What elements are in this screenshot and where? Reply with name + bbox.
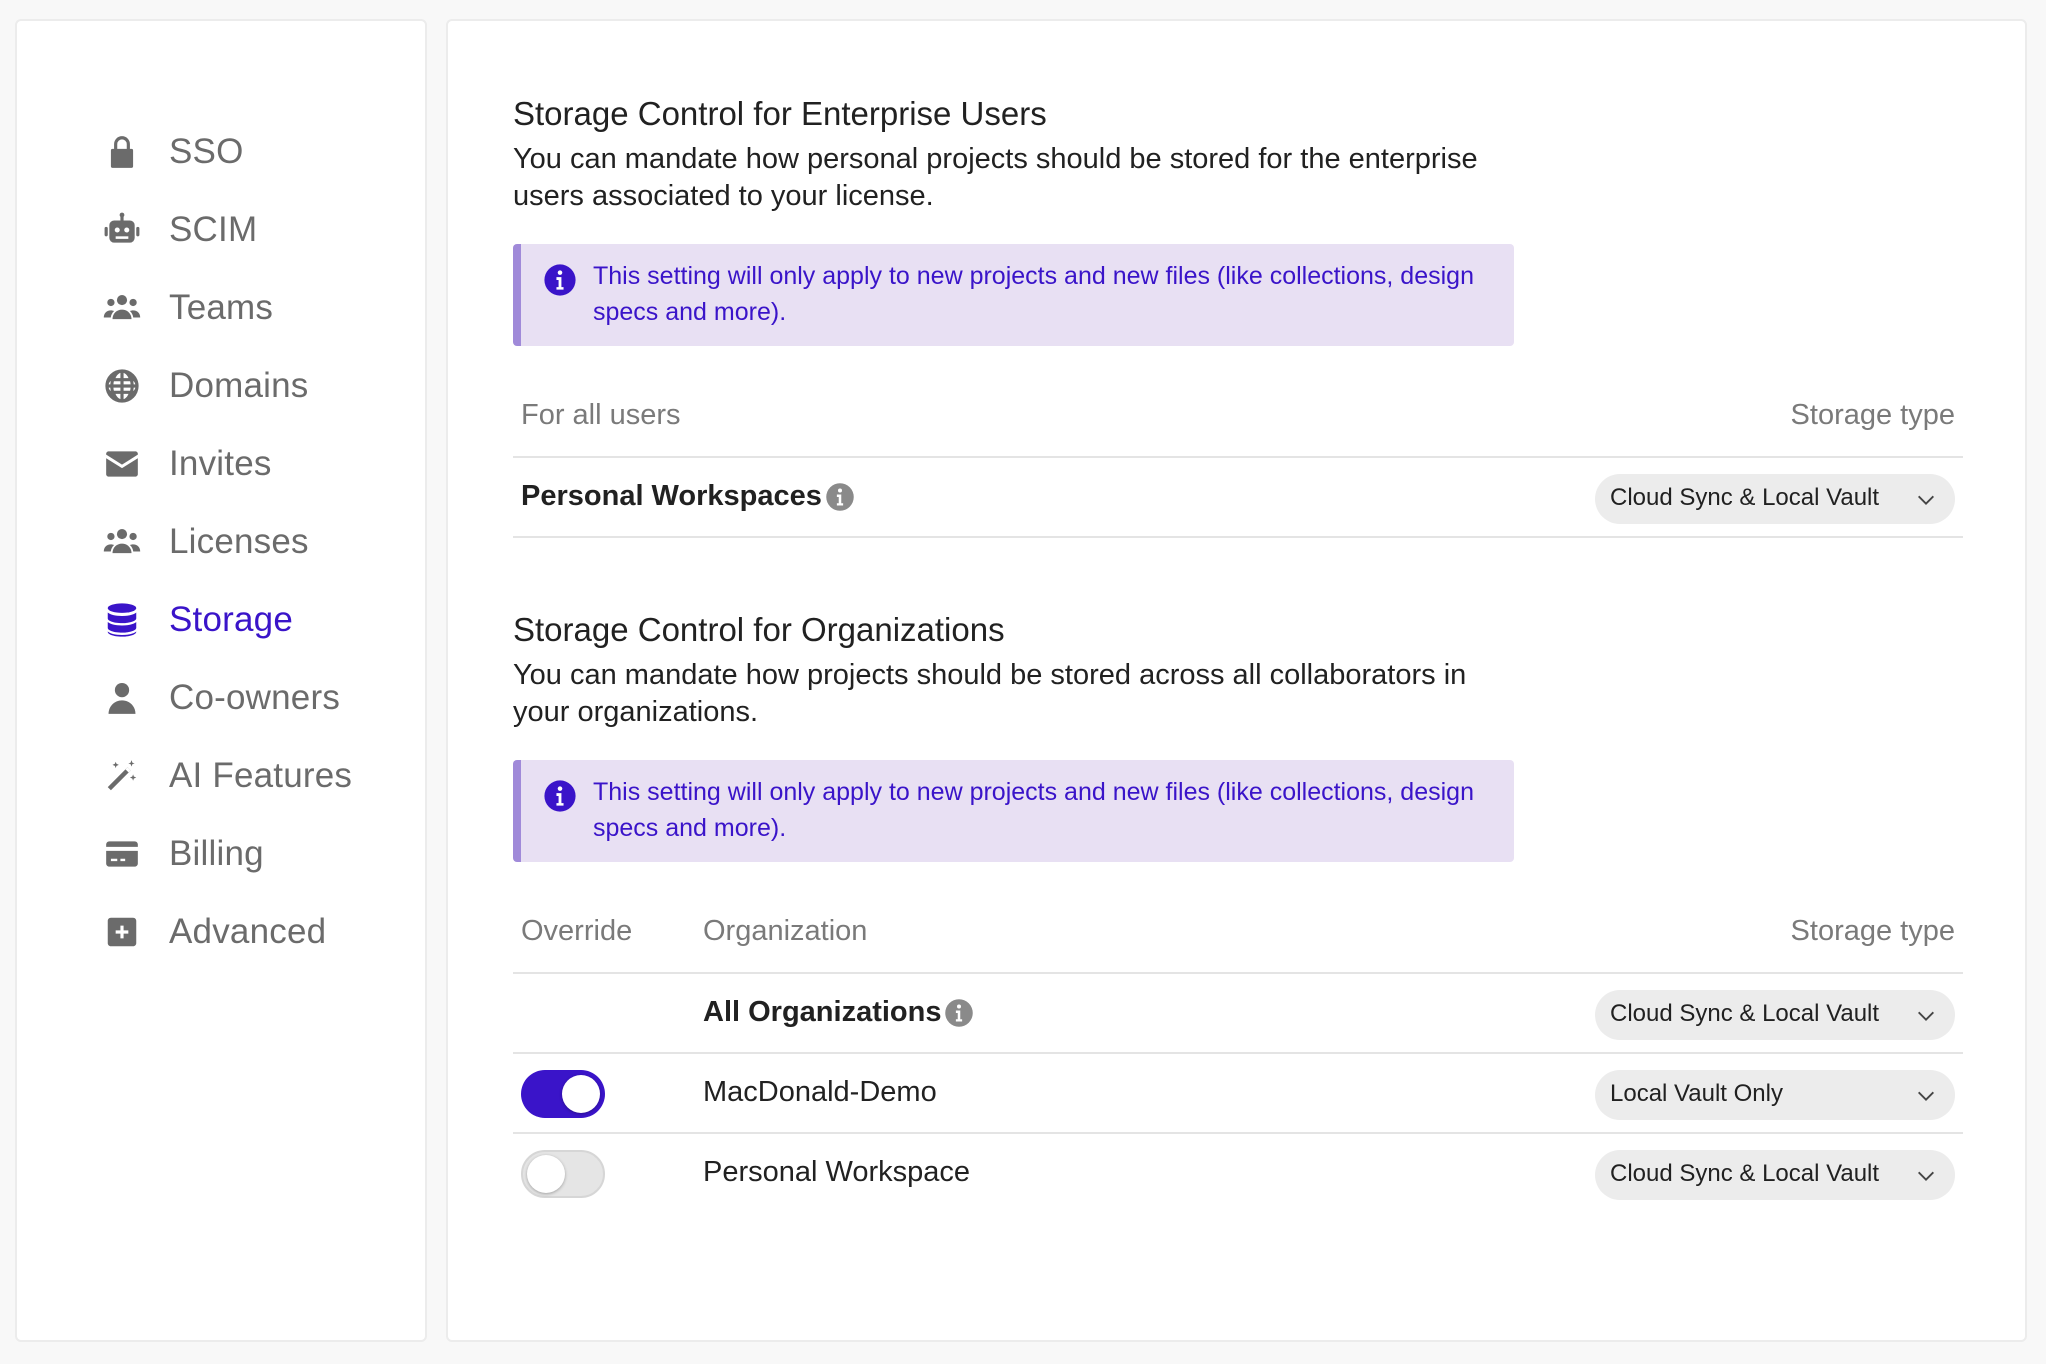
chevron-down-icon (1918, 1011, 1934, 1021)
chevron-down-icon (1918, 1171, 1934, 1181)
sidebar-item-label: Advanced (169, 912, 327, 951)
credit-card-icon (102, 834, 142, 874)
sidebar-item-invites[interactable]: Invites (102, 434, 412, 494)
sidebar-item-label: Co-owners (169, 678, 341, 717)
lock-icon (102, 132, 142, 172)
sidebar-item-label: Storage (169, 600, 293, 639)
sidebar-item-label: Licenses (169, 522, 309, 561)
organizations-section-description: You can mandate how projects should be s… (513, 659, 1467, 728)
macdonald-demo-storage-select[interactable]: Local Vault Only (1595, 1070, 1955, 1120)
header-override: Override (521, 915, 633, 947)
sidebar-item-billing[interactable]: Billing (102, 824, 412, 884)
banner-text: This setting will only apply to new proj… (593, 778, 1474, 842)
override-toggle[interactable] (521, 1150, 605, 1198)
storage-settings-panel: Storage Control for Enterprise Users You… (446, 19, 2027, 1342)
enterprise-section-description: You can mandate how personal projects sh… (513, 143, 1478, 212)
organization-name: Personal Workspace (703, 1156, 971, 1188)
chevron-down-icon (1918, 1091, 1934, 1101)
sidebar-item-storage[interactable]: Storage (102, 590, 412, 650)
sidebar-item-label: Teams (169, 288, 274, 327)
chevron-down-icon (1918, 495, 1934, 505)
enterprise-section-title: Storage Control for Enterprise Users (513, 95, 1047, 132)
user-icon (102, 678, 142, 718)
magic-wand-icon (102, 756, 142, 796)
info-icon (544, 780, 576, 812)
info-icon (544, 264, 576, 296)
banner-text: This setting will only apply to new proj… (593, 262, 1474, 326)
sidebar-item-licenses[interactable]: Licenses (102, 512, 412, 572)
database-icon (102, 600, 142, 640)
personal-workspaces-storage-select[interactable]: Cloud Sync & Local Vault (1595, 474, 1955, 524)
sidebar-item-co-owners[interactable]: Co-owners (102, 668, 412, 728)
personal-workspaces-label: Personal Workspaces (521, 480, 822, 512)
header-storage-type: Storage type (1790, 399, 1955, 431)
sidebar-item-sso[interactable]: SSO (102, 122, 412, 182)
personal-workspace-storage-select[interactable]: Cloud Sync & Local Vault (1595, 1150, 1955, 1200)
organizations-info-banner: This setting will only apply to new proj… (513, 760, 1514, 862)
select-value: Cloud Sync & Local Vault (1610, 1160, 1880, 1187)
sidebar-item-advanced[interactable]: Advanced (102, 902, 412, 962)
select-value: Cloud Sync & Local Vault (1610, 484, 1880, 511)
sidebar-item-label: SSO (169, 132, 244, 171)
divider (513, 456, 1963, 458)
select-value: Local Vault Only (1610, 1080, 1783, 1107)
info-tooltip-icon[interactable] (944, 998, 974, 1028)
globe-icon (102, 366, 142, 406)
divider (513, 1132, 1963, 1134)
sidebar-item-label: Invites (169, 444, 272, 483)
all-organizations-label: All Organizations (703, 996, 942, 1028)
info-tooltip-icon[interactable] (825, 482, 855, 512)
toggle-knob (562, 1075, 600, 1113)
enterprise-info-banner: This setting will only apply to new proj… (513, 244, 1514, 346)
sidebar-item-ai-features[interactable]: AI Features (102, 746, 412, 806)
robot-icon (102, 210, 142, 250)
header-storage-type: Storage type (1790, 915, 1955, 947)
header-for-all-users: For all users (521, 399, 681, 431)
header-organization: Organization (703, 915, 868, 947)
divider (513, 972, 1963, 974)
sidebar-item-domains[interactable]: Domains (102, 356, 412, 416)
sidebar-item-label: Domains (169, 366, 309, 405)
all-organizations-storage-select[interactable]: Cloud Sync & Local Vault (1595, 990, 1955, 1040)
toggle-knob (527, 1155, 565, 1193)
organizations-section-title: Storage Control for Organizations (513, 611, 1005, 648)
users-icon (102, 288, 142, 328)
settings-sidebar: SSO SCIM Teams Domains Invites Licenses (15, 19, 427, 1342)
override-toggle[interactable] (521, 1070, 605, 1118)
users-icon (102, 522, 142, 562)
divider (513, 1052, 1963, 1054)
select-value: Cloud Sync & Local Vault (1610, 1000, 1880, 1027)
divider (513, 536, 1963, 538)
envelope-icon (102, 444, 142, 484)
sidebar-item-scim[interactable]: SCIM (102, 200, 412, 260)
sidebar-item-teams[interactable]: Teams (102, 278, 412, 338)
sidebar-item-label: Billing (169, 834, 264, 873)
organization-name: MacDonald-Demo (703, 1076, 937, 1108)
sidebar-item-label: SCIM (169, 210, 258, 249)
plus-square-icon (102, 912, 142, 952)
sidebar-item-label: AI Features (169, 756, 353, 795)
